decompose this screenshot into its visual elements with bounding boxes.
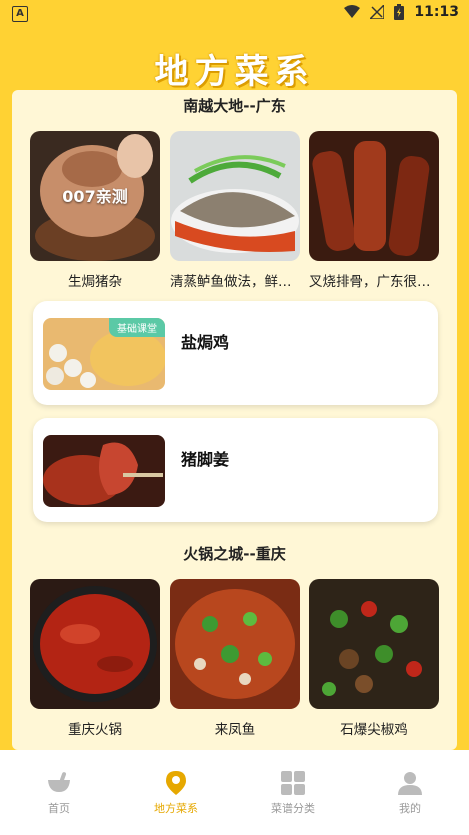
- person-icon: [398, 772, 422, 795]
- tab-recipe-categories[interactable]: 菜谱分类: [253, 770, 333, 816]
- recipe-image: [170, 131, 300, 261]
- recipe-card[interactable]: 来凤鱼: [170, 579, 300, 738]
- recipe-image: 007亲测: [30, 131, 160, 261]
- recipe-title: 盐焗鸡: [181, 333, 230, 352]
- recipe-label: 清蒸鲈鱼做法，鲜嫩...: [170, 274, 300, 290]
- tab-label: 我的: [399, 802, 421, 815]
- recipe-image: [170, 579, 300, 709]
- location-pin-icon: [166, 771, 186, 795]
- badge-label: 基础课堂: [109, 318, 165, 337]
- recipe-row-card[interactable]: 猪脚姜: [33, 418, 438, 522]
- tab-label: 首页: [48, 802, 70, 815]
- section-title-guangdong: 南越大地--广东: [183, 97, 286, 115]
- tab-home[interactable]: 首页: [19, 770, 99, 816]
- tab-label: 菜谱分类: [271, 802, 315, 815]
- recipe-card[interactable]: 叉烧排骨，广东很常...: [309, 131, 439, 290]
- wifi-icon: [344, 5, 361, 18]
- recipe-row-card[interactable]: 基础课堂 盐焗鸡: [33, 301, 438, 405]
- grid-icon: [281, 771, 305, 795]
- recipe-image: [30, 579, 160, 709]
- recipe-image: 基础课堂: [43, 318, 165, 390]
- tab-profile[interactable]: 我的: [370, 770, 450, 816]
- recipe-image: [43, 435, 165, 507]
- recipe-image: [309, 579, 439, 709]
- recipe-label: 生焗猪杂: [68, 274, 122, 290]
- recipe-card[interactable]: 石爆尖椒鸡: [309, 579, 439, 738]
- mortar-icon: [48, 772, 70, 792]
- tab-label: 地方菜系: [154, 802, 198, 815]
- recipe-card[interactable]: 007亲测 生焗猪杂: [30, 131, 160, 290]
- recipe-card[interactable]: 清蒸鲈鱼做法，鲜嫩...: [170, 131, 300, 290]
- no-signal-icon: [370, 5, 385, 19]
- recipe-label: 叉烧排骨，广东很常...: [309, 274, 439, 290]
- recipe-label: 来凤鱼: [214, 722, 256, 738]
- recipe-title: 猪脚姜: [181, 450, 230, 469]
- recipe-label: 重庆火锅: [68, 722, 122, 738]
- status-time: 11:13: [414, 4, 459, 20]
- recipe-overlay-text: 007亲测: [62, 187, 128, 206]
- app-notification-icon: A: [12, 6, 28, 22]
- recipe-label: 石爆尖椒鸡: [340, 722, 408, 738]
- page-title: 地方菜系: [154, 52, 315, 92]
- tab-regional-cuisine[interactable]: 地方菜系: [136, 770, 216, 816]
- recipe-card[interactable]: 重庆火锅: [30, 579, 160, 738]
- bottom-tab-bar: 首页 地方菜系 菜谱分类 我的: [0, 750, 469, 835]
- recipe-image: [309, 131, 439, 261]
- section-title-chongqing: 火锅之城--重庆: [183, 545, 286, 563]
- battery-charging-icon: [394, 4, 405, 20]
- status-bar: A 11:13: [0, 0, 469, 28]
